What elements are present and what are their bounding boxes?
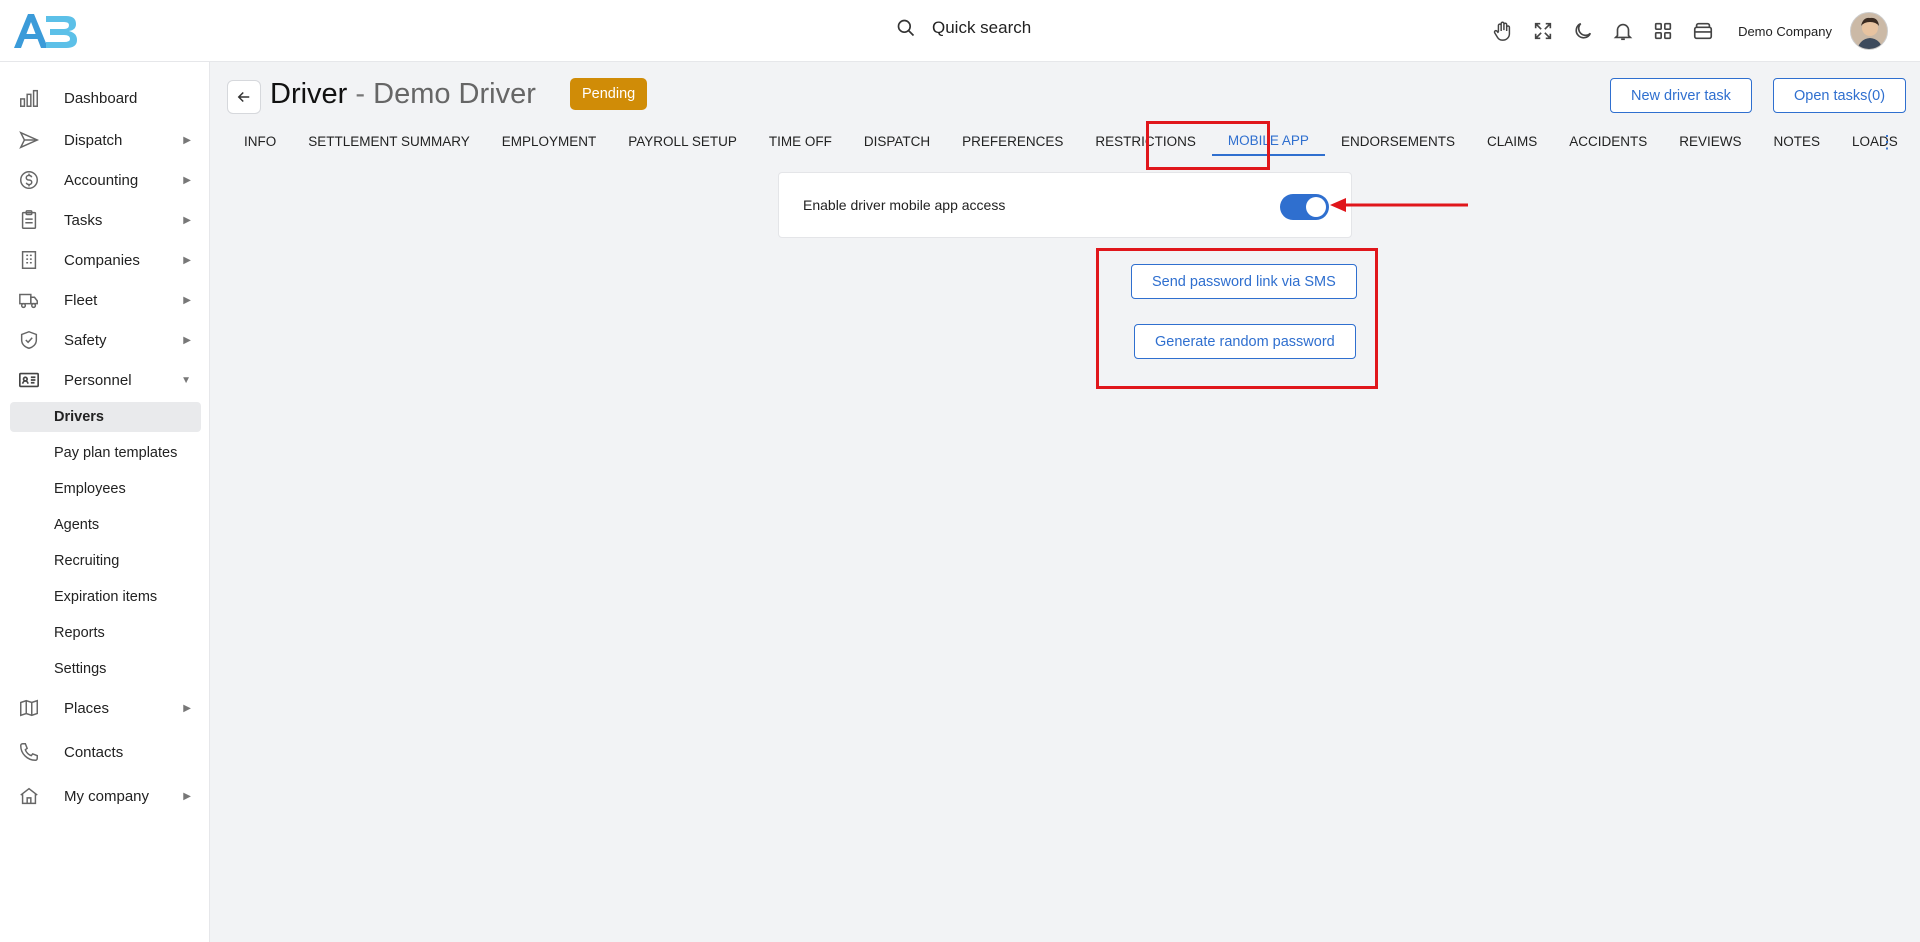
tab-accidents[interactable]: ACCIDENTS	[1553, 126, 1663, 156]
sidebar-sub-expiration-items[interactable]: Expiration items	[10, 582, 201, 612]
top-bar: Quick search Demo Company	[0, 0, 1920, 62]
quick-search[interactable]: Quick search	[896, 18, 1031, 38]
tab-info[interactable]: INFO	[228, 126, 292, 156]
sidebar: Dashboard Dispatch ▶ Accounting ▶ Tasks …	[0, 62, 210, 942]
caret-right-icon: ▶	[183, 790, 191, 802]
caret-right-icon: ▶	[183, 134, 191, 146]
sidebar-item-my-company[interactable]: My company ▶	[10, 780, 201, 812]
tab-notes[interactable]: NOTES	[1758, 126, 1837, 156]
tab-settlement-summary[interactable]: SETTLEMENT SUMMARY	[292, 126, 486, 156]
sidebar-item-label: Dispatch	[64, 131, 123, 149]
phone-icon	[18, 741, 40, 763]
sidebar-item-label: Tasks	[64, 211, 103, 229]
moon-icon[interactable]	[1572, 20, 1594, 42]
tab-loads[interactable]: LOADS	[1836, 126, 1914, 156]
fullscreen-icon[interactable]	[1532, 20, 1554, 42]
sidebar-item-dashboard[interactable]: Dashboard	[10, 82, 201, 114]
sidebar-item-accounting[interactable]: Accounting ▶	[10, 164, 201, 196]
enable-mobile-app-toggle[interactable]	[1280, 194, 1329, 220]
send-icon	[18, 129, 40, 151]
sidebar-item-contacts[interactable]: Contacts	[10, 736, 201, 768]
sidebar-sub-recruiting[interactable]: Recruiting	[10, 546, 201, 576]
caret-right-icon: ▶	[183, 174, 191, 186]
map-icon	[18, 697, 40, 719]
hand-icon[interactable]	[1492, 20, 1514, 42]
truck-icon	[18, 289, 40, 311]
arrow-left-icon	[237, 91, 250, 103]
sidebar-item-label: Safety	[64, 331, 107, 349]
home-icon	[18, 785, 40, 807]
toggle-knob	[1306, 197, 1326, 217]
annotation-highlight-buttons	[1096, 248, 1378, 389]
caret-right-icon: ▶	[183, 334, 191, 346]
open-tasks-button[interactable]: Open tasks(0)	[1773, 78, 1907, 113]
id-card-icon	[18, 369, 40, 391]
sidebar-item-label: Contacts	[64, 743, 124, 761]
sidebar-item-dispatch[interactable]: Dispatch ▶	[10, 124, 201, 156]
sidebar-item-places[interactable]: Places ▶	[10, 692, 201, 724]
app-logo[interactable]	[12, 10, 80, 52]
sidebar-item-safety[interactable]: Safety ▶	[10, 324, 201, 356]
sidebar-sub-drivers[interactable]: Drivers	[10, 402, 201, 432]
tab-endorsements[interactable]: ENDORSEMENTS	[1325, 126, 1471, 156]
sidebar-sub-reports[interactable]: Reports	[10, 618, 201, 648]
sidebar-item-label: My company	[64, 787, 150, 805]
chart-icon	[18, 87, 40, 109]
tab-payroll-setup[interactable]: PAYROLL SETUP	[612, 126, 753, 156]
page-title: Driver - Demo Driver	[270, 78, 536, 111]
more-vertical-icon[interactable]: ⋮	[1878, 132, 1896, 153]
apps-grid-icon[interactable]	[1652, 20, 1674, 42]
caret-right-icon: ▶	[183, 214, 191, 226]
sidebar-item-label: Places	[64, 699, 110, 717]
caret-down-icon: ▼	[181, 374, 191, 386]
back-button[interactable]	[227, 80, 261, 114]
clipboard-icon	[18, 209, 40, 231]
sidebar-sub-pay-plan-templates[interactable]: Pay plan templates	[10, 438, 201, 468]
tab-preferences[interactable]: PREFERENCES	[946, 126, 1079, 156]
tab-claims[interactable]: CLAIMS	[1471, 126, 1553, 156]
tab-reviews[interactable]: REVIEWS	[1663, 126, 1757, 156]
page-title-main: Driver	[270, 78, 348, 110]
sidebar-sub-agents[interactable]: Agents	[10, 510, 201, 540]
shield-icon	[18, 329, 40, 351]
mobile-app-access-card: Enable driver mobile app access	[778, 172, 1352, 238]
sidebar-item-label: Dashboard	[64, 89, 138, 107]
sidebar-item-label: Fleet	[64, 291, 98, 309]
sidebar-item-label: Accounting	[64, 171, 139, 189]
new-driver-task-button[interactable]: New driver task	[1610, 78, 1752, 113]
wallet-icon[interactable]	[1692, 20, 1714, 42]
dollar-icon	[18, 169, 40, 191]
enable-mobile-app-label: Enable driver mobile app access	[803, 197, 1006, 213]
quick-search-label: Quick search	[932, 18, 1032, 37]
avatar[interactable]	[1850, 12, 1888, 50]
page-title-separator: -	[355, 78, 366, 110]
company-name[interactable]: Demo Company	[1738, 24, 1832, 39]
tab-time-off[interactable]: TIME OFF	[753, 126, 848, 156]
sidebar-sub-settings[interactable]: Settings	[10, 654, 201, 684]
bell-icon[interactable]	[1612, 20, 1634, 42]
sidebar-item-fleet[interactable]: Fleet ▶	[10, 284, 201, 316]
sidebar-item-label: Companies	[64, 251, 140, 269]
top-icons: Demo Company	[1492, 12, 1888, 50]
tab-employment[interactable]: EMPLOYMENT	[486, 126, 613, 156]
caret-right-icon: ▶	[183, 294, 191, 306]
sidebar-item-tasks[interactable]: Tasks ▶	[10, 204, 201, 236]
sidebar-item-label: Personnel	[64, 371, 132, 389]
caret-right-icon: ▶	[183, 254, 191, 266]
annotation-arrow-icon	[1330, 198, 1468, 212]
sidebar-sub-employees[interactable]: Employees	[10, 474, 201, 504]
annotation-highlight-tab	[1146, 121, 1270, 170]
caret-right-icon: ▶	[183, 702, 191, 714]
building-icon	[18, 249, 40, 271]
tab-bar: INFO SETTLEMENT SUMMARY EMPLOYMENT PAYRO…	[228, 126, 1914, 160]
page-title-driver-name: Demo Driver	[373, 78, 536, 110]
status-badge: Pending	[570, 78, 648, 110]
sidebar-item-companies[interactable]: Companies ▶	[10, 244, 201, 276]
search-icon	[897, 19, 915, 37]
tab-dispatch[interactable]: DISPATCH	[848, 126, 946, 156]
sidebar-item-personnel[interactable]: Personnel ▼	[10, 364, 201, 396]
